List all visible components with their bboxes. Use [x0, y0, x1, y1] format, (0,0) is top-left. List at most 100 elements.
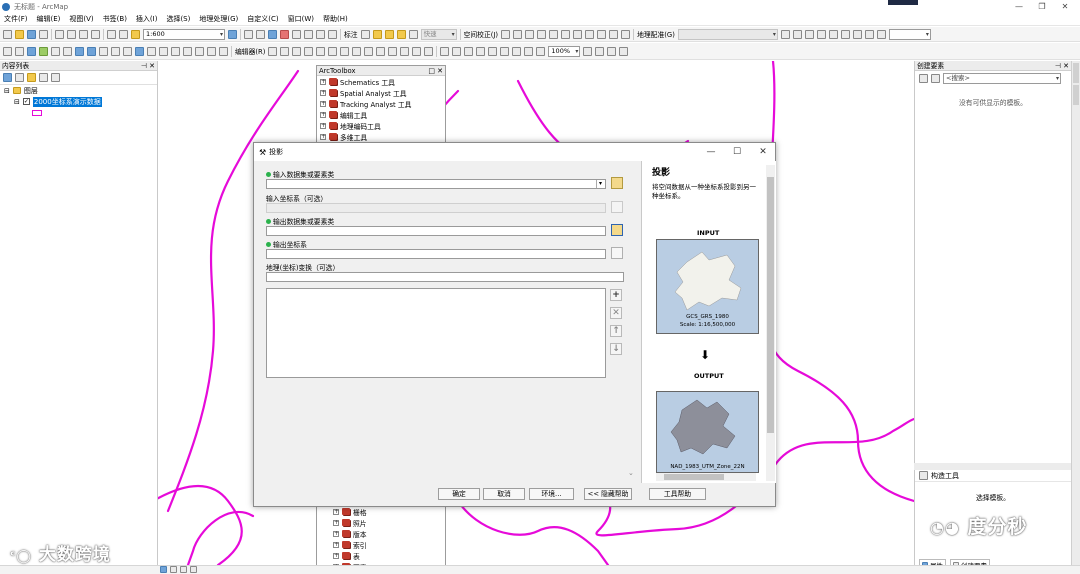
identify-icon[interactable]: [135, 46, 144, 56]
rotate-icon[interactable]: [780, 29, 790, 39]
toolset-item[interactable]: + 照片: [317, 517, 445, 528]
expand-icon[interactable]: +: [333, 552, 339, 559]
toc-layer-item[interactable]: ⊟ ✓ 2000坐标系演示数据: [0, 96, 157, 107]
tool-help-button[interactable]: 工具帮助: [649, 488, 706, 500]
expand-icon[interactable]: +: [333, 530, 339, 537]
list-by-selection-icon[interactable]: [39, 73, 48, 82]
clear-selection-icon[interactable]: [111, 46, 120, 56]
toolbox-item[interactable]: + 地理编码工具: [317, 120, 445, 131]
attribute-transfer-icon[interactable]: [561, 29, 571, 39]
zoom-percent-combo[interactable]: 100%: [548, 45, 581, 57]
output-dataset-field[interactable]: [266, 226, 606, 236]
menu-view[interactable]: 视图(V): [69, 14, 93, 24]
split-icon[interactable]: [376, 46, 386, 56]
zoom-100-icon[interactable]: [488, 46, 498, 56]
go-to-xy-icon[interactable]: [207, 46, 216, 56]
grid-icon[interactable]: [328, 29, 337, 39]
create-features-icon[interactable]: [424, 46, 434, 56]
close-icon[interactable]: ✕: [149, 61, 155, 71]
layout-icon[interactable]: [316, 29, 325, 39]
help-scroll-thumb[interactable]: [767, 177, 774, 433]
print-icon[interactable]: [39, 29, 48, 39]
cut-polygon-icon[interactable]: [364, 46, 374, 56]
viewer-icon[interactable]: [864, 29, 874, 39]
pin-icon[interactable]: ⊣: [1055, 61, 1061, 71]
options-icon[interactable]: [51, 73, 60, 82]
expand-icon[interactable]: +: [320, 111, 326, 118]
rotate-feature-icon[interactable]: [388, 46, 398, 56]
delete-icon[interactable]: [91, 29, 100, 39]
measure-icon[interactable]: [171, 46, 180, 56]
displacement-icon[interactable]: [597, 29, 607, 39]
zoom-whole-page-icon[interactable]: [476, 46, 486, 56]
find-icon[interactable]: [183, 46, 192, 56]
edit-vertices-icon[interactable]: [340, 46, 350, 56]
toc-root[interactable]: ⊟ 图层: [0, 85, 157, 96]
menu-geoprocessing[interactable]: 地理处理(G): [199, 14, 238, 24]
template-search-input[interactable]: <搜索>: [943, 72, 1061, 84]
expand-icon[interactable]: +: [333, 541, 339, 548]
open-icon[interactable]: [15, 29, 24, 39]
select-elements-icon[interactable]: [501, 29, 511, 39]
params-scrollbar[interactable]: ⌄: [627, 161, 637, 483]
layout-view-icon[interactable]: [170, 566, 177, 573]
back-extent-icon[interactable]: [75, 46, 84, 56]
toolbox-item[interactable]: + Schematics 工具: [317, 76, 445, 87]
dock-tab-search[interactable]: [1073, 85, 1079, 105]
toolset-item[interactable]: + 索引: [317, 539, 445, 550]
dock-icon[interactable]: □: [428, 66, 435, 76]
collapse-icon[interactable]: ⊟: [4, 87, 10, 95]
close-icon[interactable]: ✕: [437, 66, 443, 76]
list-by-source-icon[interactable]: [15, 73, 24, 82]
end-point-arc-icon[interactable]: [304, 46, 314, 56]
search-window-icon[interactable]: [268, 29, 277, 39]
refresh-icon[interactable]: [180, 566, 187, 573]
add-icon[interactable]: +: [610, 289, 622, 301]
close-button[interactable]: ✕: [1054, 0, 1076, 13]
visibility-checkbox[interactable]: ✓: [22, 98, 30, 105]
sketch-properties-icon[interactable]: [412, 46, 422, 56]
arctoolbox-icon[interactable]: [280, 29, 289, 39]
toolbox-item[interactable]: + 编辑工具: [317, 109, 445, 120]
expand-icon[interactable]: +: [320, 89, 326, 96]
scale-combo[interactable]: 1:600: [143, 28, 225, 40]
browse-folder-icon[interactable]: [611, 224, 623, 236]
help-scrollbar[interactable]: [766, 165, 775, 481]
delete-icon[interactable]: ✕: [610, 307, 622, 319]
annotation-label[interactable]: 标注: [344, 29, 358, 39]
pan-icon[interactable]: [27, 46, 36, 56]
pin-icon[interactable]: ⊣: [141, 61, 147, 71]
georeferencing-menu[interactable]: 地理配准(G): [637, 29, 675, 39]
expand-icon[interactable]: +: [333, 519, 339, 526]
toolset-item[interactable]: + 表: [317, 550, 445, 561]
forward-extent-icon[interactable]: [87, 46, 96, 56]
fixed-zoom-out-layout-icon[interactable]: [512, 46, 522, 56]
close-button[interactable]: ✕: [750, 143, 776, 161]
multi-link-icon[interactable]: [537, 29, 547, 39]
editor-toolbar-icon[interactable]: [228, 29, 237, 39]
next-extent-icon[interactable]: [536, 46, 546, 56]
minimize-button[interactable]: —: [1008, 0, 1030, 13]
straight-segment-icon[interactable]: [292, 46, 302, 56]
transform-list[interactable]: [266, 288, 606, 378]
find-route-icon[interactable]: [195, 46, 204, 56]
align-icon[interactable]: [609, 29, 619, 39]
transform-field[interactable]: [266, 272, 624, 282]
edge-match-icon[interactable]: [573, 29, 583, 39]
panel-splitter[interactable]: [914, 463, 1071, 470]
menu-help[interactable]: 帮助(H): [323, 14, 348, 24]
shift-icon[interactable]: [792, 29, 802, 39]
expand-icon[interactable]: +: [320, 133, 326, 140]
copy-icon[interactable]: [67, 29, 76, 39]
previous-extent-icon[interactable]: [524, 46, 534, 56]
update-display-icon[interactable]: [876, 29, 886, 39]
save-icon[interactable]: [27, 29, 36, 39]
add-data-icon[interactable]: [131, 29, 140, 39]
layout-zoom-in-icon[interactable]: [440, 46, 450, 56]
layout-zoom-out-icon[interactable]: [452, 46, 462, 56]
attributes-icon[interactable]: [400, 46, 410, 56]
hyperlink-icon[interactable]: [147, 46, 156, 56]
table-of-contents-icon[interactable]: [244, 29, 253, 39]
fit-display-icon[interactable]: [828, 29, 838, 39]
menu-file[interactable]: 文件(F): [4, 14, 28, 24]
